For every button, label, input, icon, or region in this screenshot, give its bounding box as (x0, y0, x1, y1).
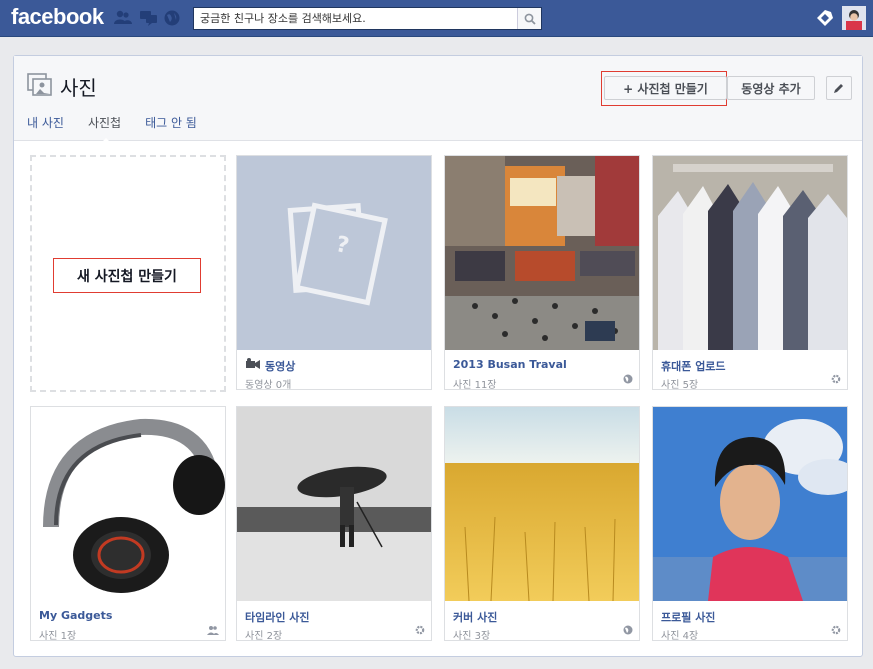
album-name[interactable]: 프로필 사진 (661, 609, 715, 625)
add-video-label: 동영상 추가 (741, 81, 801, 96)
create-album-label: + 사진첩 만들기 (623, 81, 708, 96)
page-title: 사진 (60, 76, 97, 100)
globe-icon[interactable] (623, 374, 633, 387)
photos-icon (27, 73, 53, 100)
album-name[interactable]: My Gadgets (39, 609, 112, 622)
notifications-globe-icon[interactable] (164, 10, 180, 26)
friend-requests-icon[interactable] (114, 10, 132, 26)
album-name[interactable]: 2013 Busan Traval (453, 358, 567, 371)
gear-icon[interactable] (415, 625, 425, 638)
video-camera-icon (245, 358, 261, 373)
album-tile-cover[interactable]: 커버 사진 사진 3장 (444, 406, 640, 642)
gear-icon[interactable] (831, 374, 841, 387)
album-thumbnail[interactable] (653, 407, 847, 601)
album-thumbnail[interactable] (445, 407, 639, 601)
album-tile-timeline[interactable]: 타임라인 사진 사진 2장 (236, 406, 432, 642)
album-count: 사진 5장 (661, 380, 699, 391)
top-bar: facebook (0, 0, 873, 37)
photo-tabs: 내 사진 사진첩 태그 안 됨 (27, 114, 221, 145)
gear-icon[interactable] (831, 625, 841, 638)
album-name[interactable]: 커버 사진 (453, 609, 497, 625)
facebook-logo[interactable]: facebook (11, 4, 104, 30)
search-icon (524, 13, 536, 25)
album-count: 사진 11장 (453, 380, 497, 391)
profile-avatar[interactable] (842, 6, 866, 33)
album-name[interactable]: 타임라인 사진 (245, 609, 310, 625)
photos-header: 사진 내 사진 사진첩 태그 안 됨 + 사진첩 만들기 동영상 추가 (14, 56, 862, 145)
friends-icon[interactable] (207, 625, 219, 638)
photos-card: 사진 내 사진 사진첩 태그 안 됨 + 사진첩 만들기 동영상 추가 새 사진… (13, 55, 863, 657)
album-tile-profile[interactable]: 프로필 사진 사진 4장 (652, 406, 848, 642)
edit-button[interactable] (826, 76, 852, 100)
album-tile-video[interactable]: ? 동영상 동영상 0개 (236, 155, 432, 391)
shirts-photo (653, 156, 847, 350)
album-thumbnail[interactable] (445, 156, 639, 350)
album-tile-busan[interactable]: 2013 Busan Traval 사진 11장 (444, 155, 640, 391)
privacy-shortcuts-icon[interactable] (815, 8, 835, 31)
globe-icon[interactable] (623, 625, 633, 638)
album-name[interactable]: 휴대폰 업로드 (661, 358, 726, 374)
album-count: 사진 2장 (245, 631, 283, 642)
tab-my-photos[interactable]: 내 사진 (27, 114, 64, 131)
empty-album-icon: ? (287, 202, 388, 306)
timeline-photo (237, 407, 431, 601)
tab-untagged[interactable]: 태그 안 됨 (145, 114, 197, 131)
album-thumbnail[interactable] (31, 407, 225, 601)
album-thumbnail[interactable]: ? (237, 156, 431, 350)
messages-icon[interactable] (140, 10, 157, 26)
search-input[interactable] (194, 8, 519, 29)
pencil-icon (834, 84, 843, 93)
album-tile-gadgets[interactable]: My Gadgets 사진 1장 (30, 406, 226, 642)
create-album-button[interactable]: + 사진첩 만들기 (604, 76, 727, 100)
new-album-tile[interactable]: 새 사진첩 만들기 (30, 155, 226, 392)
album-count: 동영상 0개 (245, 380, 292, 391)
album-thumbnail[interactable] (237, 407, 431, 601)
album-thumbnail[interactable] (653, 156, 847, 350)
album-count: 사진 4장 (661, 631, 699, 642)
search-button[interactable] (517, 8, 541, 29)
search-box[interactable] (193, 7, 542, 30)
new-album-label[interactable]: 새 사진첩 만들기 (53, 258, 201, 293)
profile-photo (653, 407, 847, 601)
album-tile-mobile[interactable]: 휴대폰 업로드 사진 5장 (652, 155, 848, 391)
album-count: 사진 1장 (39, 631, 77, 642)
tab-albums[interactable]: 사진첩 (88, 114, 121, 145)
album-count: 사진 3장 (453, 631, 491, 642)
add-video-button[interactable]: 동영상 추가 (727, 76, 815, 100)
busan-street-photo (445, 156, 639, 350)
wheat-field-photo (445, 407, 639, 601)
headphones-photo (31, 407, 225, 601)
album-name[interactable]: 동영상 (265, 358, 295, 374)
